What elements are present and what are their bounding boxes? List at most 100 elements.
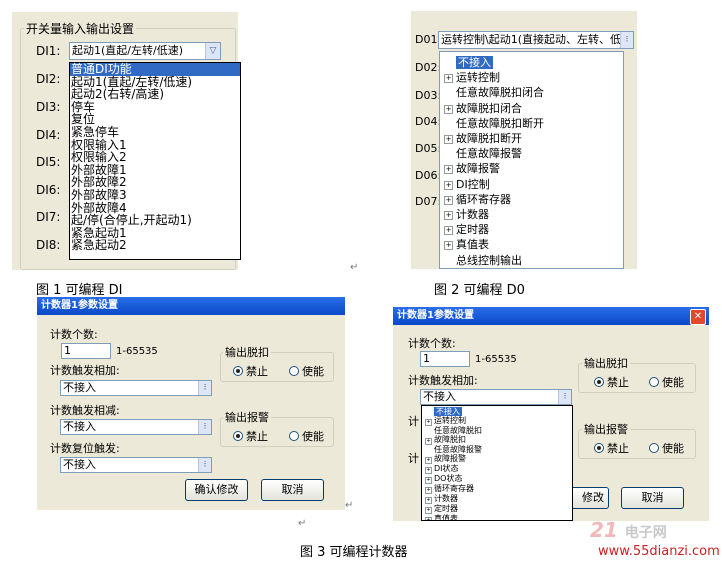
alarm-disable-radio[interactable]: 禁止 <box>594 440 629 456</box>
expand-plus-icon[interactable]: + <box>444 195 453 205</box>
dropdown-option[interactable]: 停车 <box>70 101 240 114</box>
fig3a-title: 计数器1参数设置 <box>41 300 118 311</box>
dropdown-option[interactable]: 紧急起动2 <box>70 239 240 252</box>
trip-enable-radio[interactable]: 使能 <box>649 374 684 390</box>
tree-item-label: 不接入 <box>456 56 493 69</box>
tree-item[interactable]: + 计数器 <box>422 494 572 505</box>
count-input[interactable]: 1 <box>420 351 470 367</box>
tree-item[interactable]: + 循环寄存器 <box>444 191 511 207</box>
expand-plus-icon[interactable]: + <box>425 507 432 515</box>
chevron-down-icon[interactable]: ⁝ <box>198 458 211 472</box>
count-value: 1 <box>423 352 430 365</box>
tree-item-label: DI状态 <box>434 464 459 474</box>
fig3b-window: 计数器1参数设置 ✕ 计数个数: 1 1-65535 计数触发相加: 不接入 ⁝… <box>393 307 709 521</box>
watermark-logo: 21 电子网 <box>590 518 667 542</box>
tree-item[interactable]: + 故障脱扣断开 <box>444 130 522 146</box>
fig3a-window: 计数器1参数设置 计数个数: 1 1-65535 计数触发相加: 不接入 ⁝ 计… <box>37 297 345 510</box>
expand-plus-icon[interactable]: + <box>425 467 432 475</box>
fig1-di1-value: 起动1(直起/左转/低速) <box>72 44 183 57</box>
fig3b-dropdown-tree[interactable]: 不接入 + 运转控制 任意故障脱扣 + 故障脱扣 任意故障报警 + 故障报警 + DI状态 + DO状态… <box>421 405 573 521</box>
radio-icon <box>594 377 604 387</box>
dropdown-option[interactable]: 普通DI功能 <box>70 63 240 76</box>
tree-item[interactable]: 任意故障脱扣断开 <box>444 115 544 131</box>
expand-plus-icon[interactable]: + <box>425 487 432 495</box>
inc-combo[interactable]: 不接入 ⁝ <box>60 380 212 396</box>
expand-plus-icon[interactable]: + <box>425 419 432 427</box>
tree-item[interactable]: + 定时器 <box>422 504 572 515</box>
dropdown-option[interactable]: 起/停(合停止,开起动1) <box>70 214 240 227</box>
expand-plus-icon[interactable]: + <box>425 477 432 485</box>
chevron-down-icon[interactable]: ▽ <box>205 43 220 59</box>
tree-item[interactable]: + 故障报警 <box>422 454 572 465</box>
tree-item[interactable]: + 计数器 <box>444 206 489 222</box>
tree-item[interactable]: 任意故障脱扣闭合 <box>444 84 544 100</box>
expand-plus-icon[interactable]: + <box>444 241 453 251</box>
tree-item[interactable]: + 定时器 <box>444 221 489 237</box>
do-label-7: D07: <box>415 195 442 208</box>
inc-combo[interactable]: 不接入 ⁝ <box>420 389 572 405</box>
tree-item[interactable]: + 故障报警 <box>444 160 500 176</box>
chevron-down-icon[interactable]: ⁝ <box>198 381 211 395</box>
tree-item[interactable]: + DI状态 <box>422 464 572 475</box>
reset-value: 不接入 <box>63 458 96 471</box>
dec-label: 计数触发相减: <box>50 404 120 417</box>
trip-enable-label: 使能 <box>662 376 684 389</box>
fig1-di1-combo[interactable]: 起动1(直起/左转/低速) ▽ <box>69 42 221 60</box>
expand-plus-icon[interactable]: + <box>444 104 453 114</box>
expand-plus-icon[interactable]: + <box>444 211 453 220</box>
fig2-do1-combo[interactable]: 运转控制\起动1(直接起动、左转、低 ⁝ <box>438 31 634 49</box>
dec-combo[interactable]: 不接入 ⁝ <box>60 419 212 435</box>
tree-item[interactable]: + 真值表 <box>444 236 489 252</box>
reset-label: 计数复位触发: <box>50 442 120 455</box>
fig2-tree-list[interactable]: 不接入 + 运转控制 任意故障脱扣闭合 + 故障脱扣闭合 任意故障脱扣断开 + 故障脱扣断开 任意… <box>439 51 624 269</box>
count-input[interactable]: 1 <box>61 343 111 359</box>
expand-plus-icon[interactable]: + <box>425 457 432 465</box>
tree-item[interactable]: + 真值表 <box>422 514 572 520</box>
fig1-dropdown-list[interactable]: 普通DI功能 起动1(直起/左转/低速) 起动2(右转/高速) 停车 复位 紧急停车 权限输… <box>69 62 241 260</box>
trip-disable-radio[interactable]: 禁止 <box>594 374 629 390</box>
cancel-button[interactable]: 取消 <box>621 487 684 509</box>
tree-item[interactable]: + 故障脱扣 <box>422 435 572 446</box>
tree-item[interactable]: + 循环寄存器 <box>422 484 572 495</box>
tree-item[interactable]: 总线控制输出 <box>444 252 522 268</box>
expand-plus-icon[interactable]: + <box>425 497 432 505</box>
alarm-disable-radio[interactable]: 禁止 <box>233 428 268 444</box>
tree-item-label: 计数器 <box>434 494 458 504</box>
tree-item[interactable]: + DI控制 <box>444 176 490 192</box>
cancel-button[interactable]: 取消 <box>261 479 324 501</box>
close-icon[interactable]: ✕ <box>690 309 706 325</box>
tree-item[interactable]: + DO状态 <box>422 474 572 485</box>
chevron-down-icon[interactable]: ⁝ <box>198 420 211 434</box>
dropdown-option[interactable]: 紧急停车 <box>70 126 240 139</box>
tree-item[interactable]: 不接入 <box>422 407 572 416</box>
alarm-enable-radio[interactable]: 使能 <box>289 428 324 444</box>
expand-plus-icon[interactable]: + <box>425 517 432 520</box>
tree-item[interactable]: 任意故障报警 <box>444 145 522 161</box>
trip-enable-radio[interactable]: 使能 <box>289 363 324 379</box>
tree-item[interactable]: + 运转控制 <box>422 416 572 427</box>
expand-plus-icon[interactable]: + <box>444 180 453 190</box>
confirm-button[interactable]: 确认修改 <box>185 479 248 501</box>
dropdown-option[interactable]: 起动2(右转/高速) <box>70 88 240 101</box>
watermark-url: www.55dianzi.com <box>598 544 720 559</box>
dropdown-option[interactable]: 权限输入2 <box>70 151 240 164</box>
reset-combo[interactable]: 不接入 ⁝ <box>60 457 212 473</box>
expand-plus-icon[interactable]: + <box>444 165 453 175</box>
tree-item[interactable]: + 运转控制 <box>444 69 500 85</box>
dropdown-option[interactable]: 外部故障3 <box>70 189 240 202</box>
chevron-down-icon[interactable]: ⁝ <box>558 390 571 404</box>
tree-item[interactable]: 任意故障报警 <box>422 445 572 454</box>
tree-item[interactable]: 任意故障脱扣 <box>422 426 572 435</box>
di-label-8: DI8: <box>36 238 61 252</box>
tree-item[interactable]: + 故障脱扣闭合 <box>444 100 522 116</box>
alarm-enable-radio[interactable]: 使能 <box>649 440 684 456</box>
expand-plus-icon[interactable]: + <box>444 74 453 84</box>
expand-plus-icon[interactable]: + <box>444 135 453 144</box>
tree-item-label: 不接入 <box>434 407 462 416</box>
expand-plus-icon[interactable]: + <box>425 438 432 446</box>
expand-plus-icon[interactable]: + <box>444 226 453 236</box>
tree-item-label: 故障脱扣断开 <box>456 132 522 145</box>
tree-item[interactable]: 不接入 <box>444 54 493 70</box>
chevron-down-icon[interactable]: ⁝ <box>620 32 633 48</box>
trip-disable-radio[interactable]: 禁止 <box>233 363 268 379</box>
